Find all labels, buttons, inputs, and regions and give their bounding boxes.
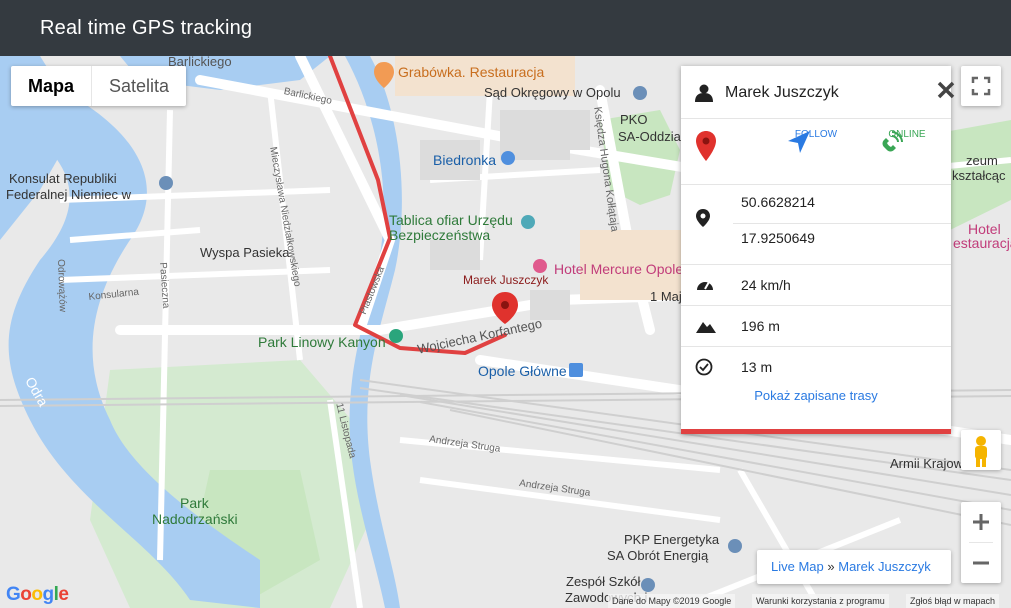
map-type-satellite-button[interactable]: Satelita	[92, 66, 186, 106]
map-label: SA-Oddzia	[618, 129, 681, 144]
fullscreen-icon	[971, 76, 991, 96]
map-label: PKP Energetyka	[624, 532, 720, 547]
latitude-value: 50.6628214	[741, 194, 815, 210]
map-label: Zespół Szkół	[566, 574, 641, 589]
map-label: Wyspa Pasieka	[200, 245, 290, 260]
map-type-control: Mapa Satelita	[11, 66, 187, 106]
speed-row: 24 km/h	[681, 265, 951, 306]
speedometer-icon	[697, 281, 713, 290]
google-logo[interactable]: Google	[6, 584, 69, 606]
position-row: 50.6628214 17.9250649	[681, 184, 951, 265]
street-view-pegman[interactable]	[961, 430, 1001, 470]
breadcrumb-current[interactable]: Marek Juszczyk	[838, 559, 930, 574]
map-label: Grabówka. Restauracja	[398, 64, 545, 80]
map-canvas[interactable]: Barlickiego Barlickiego Grabówka. Restau…	[0, 56, 1011, 608]
close-icon	[937, 81, 955, 99]
breadcrumb: Live Map » Marek Juszczyk	[757, 550, 951, 584]
user-icon	[695, 84, 713, 102]
fullscreen-button[interactable]	[961, 66, 1001, 106]
pegman-icon	[975, 436, 987, 467]
map-label: Armii Krajow	[890, 456, 963, 471]
check-circle-icon	[695, 358, 713, 376]
mountain-icon	[696, 322, 716, 333]
map-label: Nadodrzański	[152, 511, 238, 527]
terms-link[interactable]: Warunki korzystania z programu	[752, 594, 889, 608]
altitude-row: 196 m	[681, 306, 951, 347]
map-label: Biedronka	[433, 152, 497, 168]
speed-value: 24 km/h	[741, 277, 791, 293]
panel-accent-bar	[681, 429, 951, 434]
map-label: PKO	[620, 112, 648, 127]
tracker-info-panel: Marek Juszczyk FOLLOW ONLINE 50.6628214 …	[681, 66, 955, 434]
divider	[733, 223, 951, 224]
map-label: 1 Maj	[650, 289, 682, 304]
longitude-value: 17.9250649	[741, 230, 815, 246]
map-label: Opole Główne	[478, 363, 567, 379]
navigation-arrow-icon	[788, 131, 810, 153]
map-label: Tablica ofiar Urzędu	[389, 212, 513, 228]
breadcrumb-root-link[interactable]: Live Map	[771, 559, 824, 574]
user-name: Marek Juszczyk	[725, 84, 839, 101]
app-header: Real time GPS tracking	[0, 0, 1011, 56]
map-label: Bezpieczeństwa	[389, 227, 491, 243]
map-pin-icon	[696, 131, 716, 161]
accuracy-row: 13 m	[681, 347, 951, 387]
attribution-data: Dane do Mapy ©2019 Google	[612, 596, 732, 606]
map-label: zeum	[966, 153, 998, 168]
plus-icon	[973, 514, 989, 530]
map-type-map-button[interactable]: Mapa	[11, 66, 91, 106]
signal-phone-icon	[882, 131, 903, 152]
map-label: Konsulat Republiki	[9, 171, 117, 186]
map-label: SA Obrót Energią	[607, 548, 709, 563]
map-attribution: Dane do Mapy ©2019 Google	[608, 594, 736, 608]
accuracy-value: 13 m	[741, 359, 773, 375]
saved-routes-link[interactable]: Pokaż zapisane trasy	[681, 388, 951, 403]
zoom-control	[961, 502, 1001, 583]
marker-label: Marek Juszczyk	[463, 273, 549, 287]
altitude-value: 196 m	[741, 318, 780, 334]
panel-actions: FOLLOW ONLINE	[681, 119, 951, 185]
map-label: Park	[180, 495, 209, 511]
report-error-link[interactable]: Zgłoś błąd w mapach	[906, 594, 1000, 608]
zoom-in-button[interactable]	[961, 502, 1001, 542]
breadcrumb-separator: »	[827, 559, 835, 574]
follow-button[interactable]: FOLLOW	[786, 129, 846, 153]
minus-icon	[973, 561, 989, 565]
zoom-out-button[interactable]	[961, 543, 1001, 583]
panel-header: Marek Juszczyk	[681, 66, 955, 119]
map-label: estauracja	[953, 235, 1011, 251]
map-label: Odrowążów	[55, 259, 68, 313]
map-label: Federalnej Niemiec w	[6, 187, 131, 202]
map-label: kształcąc	[952, 168, 1006, 183]
map-label: Park Linowy Kanyon	[258, 334, 386, 350]
location-pin-icon	[696, 209, 710, 227]
app-title: Real time GPS tracking	[40, 17, 253, 39]
map-label: Sąd Okręgowy w Opolu	[484, 85, 621, 100]
online-status: ONLINE	[877, 129, 937, 152]
map-label: Hotel Mercure Opole	[554, 261, 684, 277]
